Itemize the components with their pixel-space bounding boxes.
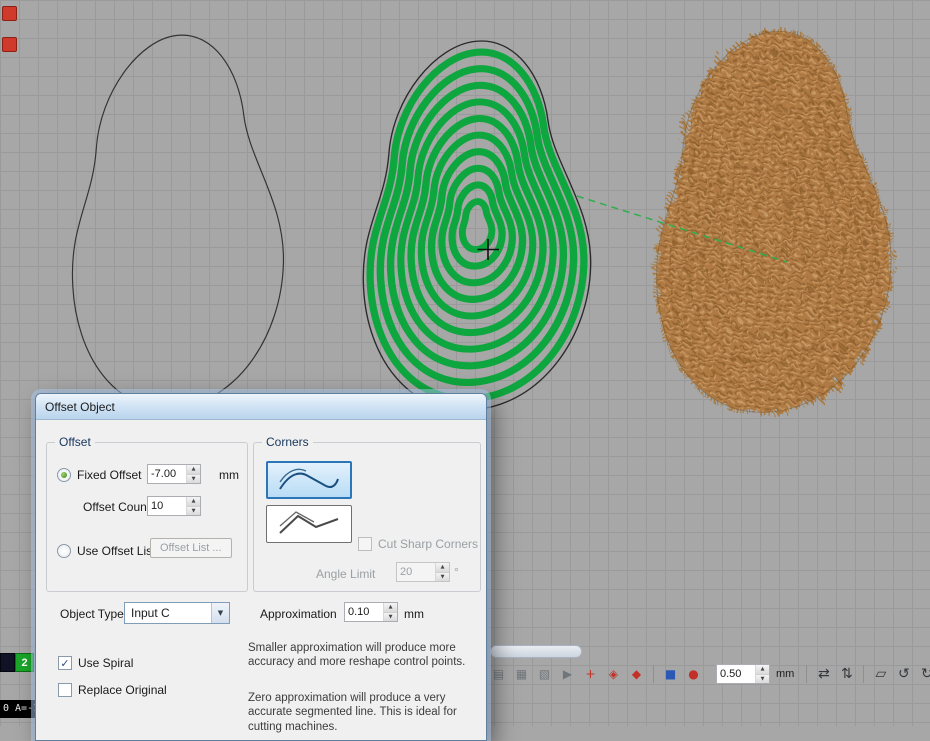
offset-count-input[interactable] [148,497,186,515]
dialog-titlebar[interactable]: Offset Object [36,394,486,420]
object-type-value: Input C [125,603,211,623]
angle-limit-input [397,563,435,581]
fixed-offset-input[interactable] [148,465,186,483]
spin-down-button[interactable]: ▼ [187,475,200,484]
cut-sharp-corners-label: Cut Sharp Corners [378,537,478,551]
angle-limit-spinner[interactable]: ▲ ▼ [396,562,450,582]
approximation-note-2: Zero approximation will produce a very a… [248,691,480,734]
offset-group-label: Offset [55,435,95,449]
stitch-length-spinner[interactable]: ▲ ▼ [716,664,770,684]
overview-icon[interactable]: ▧ [534,664,555,684]
fill-color-icon[interactable]: ■ [660,664,681,684]
replace-original-checkbox[interactable]: Replace Original [58,683,167,697]
corners-group: Corners Cut Sharp Corners Angle Limit [253,442,481,592]
spin-down-button[interactable]: ▼ [384,613,397,622]
approximation-unit: mm [404,607,424,621]
chevron-down-icon[interactable]: ▼ [211,603,229,623]
color-palette: 2 [0,653,34,672]
object-type-label: Object Type [60,607,124,621]
corners-group-label: Corners [262,435,313,449]
horizontal-scrollbar-thumb[interactable] [490,645,582,658]
toolbar-separator [806,665,807,683]
grid-icon[interactable]: ▦ [511,664,532,684]
docked-toolbar-red-icon[interactable] [2,37,17,52]
angle-limit-unit: ° [454,565,459,579]
corner-style-sharp-button[interactable] [266,505,352,543]
corner-style-rounded-button[interactable] [266,461,352,499]
checkbox-icon [58,683,72,697]
use-offset-list-label: Use Offset List [77,544,155,558]
thread-color-icon[interactable]: ● [683,664,704,684]
color-chip-selected[interactable]: 2 [15,653,34,672]
use-offset-list-radio[interactable]: Use Offset List [57,544,155,558]
angle-limit-label: Angle Limit [316,567,375,581]
toolbar-separator [863,665,864,683]
checkbox-checked-icon: ✓ [58,656,72,670]
approximation-input[interactable] [345,603,383,621]
spin-up-button[interactable]: ▲ [187,465,200,475]
fixed-offset-spinner[interactable]: ▲ ▼ [147,464,201,484]
fixed-offset-radio[interactable]: Fixed Offset [57,468,141,482]
spin-up-button[interactable]: ▲ [756,665,769,675]
stitched-shape[interactable] [657,31,891,412]
rounded-corner-icon [276,467,342,493]
spin-down-button[interactable]: ▼ [187,507,200,516]
checkbox-icon [358,537,372,551]
mirror-horizontal-icon[interactable]: ⇄ [813,664,834,684]
mirror-vertical-icon[interactable]: ⇅ [836,664,857,684]
radio-icon [57,544,71,558]
stitch-length-unit: mm [776,668,794,680]
stitch-list-icon[interactable]: ▤ [488,664,509,684]
spin-down-button[interactable]: ▼ [436,573,449,582]
rotate-cw-icon[interactable]: ↻ [916,664,930,684]
offset-list-button[interactable]: Offset List ... [150,538,232,558]
approximation-note-1: Smaller approximation will produce more … [248,641,480,670]
connectors-icon[interactable]: ◈ [603,664,624,684]
bottom-toolbar: ▤ ▦ ▧ ▶ + ◈ ◆ ■ ● ▲ ▼ mm ⇄ ⇅ ▱ ↺ ↻ ◠ [488,661,930,687]
stitch-points-icon[interactable]: + [580,664,601,684]
outline-shape[interactable] [72,35,283,408]
toolbar-separator [653,665,654,683]
cut-sharp-corners-checkbox[interactable]: Cut Sharp Corners [358,537,478,551]
slow-redraw-icon[interactable]: ▶ [557,664,578,684]
spin-up-button[interactable]: ▲ [187,497,200,507]
fixed-offset-unit: mm [219,468,239,482]
offset-preview-shape[interactable] [363,41,590,410]
color-chip-black[interactable] [0,653,15,672]
spin-up-button[interactable]: ▲ [384,603,397,613]
approximation-spinner[interactable]: ▲ ▼ [344,602,398,622]
skew-icon[interactable]: ▱ [870,664,891,684]
spin-down-button[interactable]: ▼ [756,675,769,684]
stitch-length-input[interactable] [717,665,755,683]
fixed-offset-label: Fixed Offset [77,468,141,482]
dialog-title: Offset Object [45,400,115,414]
radio-icon [57,468,71,482]
offset-count-spinner[interactable]: ▲ ▼ [147,496,201,516]
rotate-ccw-icon[interactable]: ↺ [893,664,914,684]
replace-original-label: Replace Original [78,683,167,697]
spin-up-button[interactable]: ▲ [436,563,449,573]
docked-toolbar-red-icon[interactable] [2,6,17,21]
overlap-icon[interactable]: ◆ [626,664,647,684]
use-spiral-checkbox[interactable]: ✓ Use Spiral [58,656,133,670]
offset-count-label: Offset Count [83,500,150,514]
use-spiral-label: Use Spiral [78,656,133,670]
approximation-label: Approximation [260,607,337,621]
offset-group: Offset Fixed Offset ▲ ▼ mm Offset Count … [46,442,248,592]
object-type-select[interactable]: Input C ▼ [124,602,230,624]
offset-object-dialog: Offset Object Offset Fixed Offset ▲ ▼ mm… [35,393,487,741]
sharp-corner-icon [276,511,342,537]
